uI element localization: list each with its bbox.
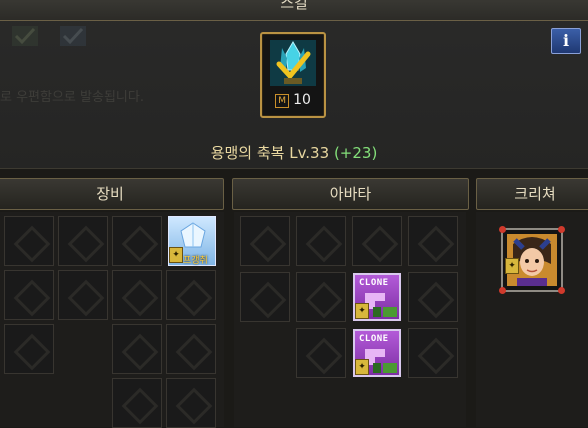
- skill-panel: 스킬 로 우편함으로 발송됩니다. i M 10 용맹의 축복 Lv.33 (+2…: [0, 0, 588, 169]
- avatar-slot[interactable]: [240, 216, 290, 266]
- avatar-item-clone[interactable]: CLONE ✦: [353, 273, 401, 321]
- seal-icon: ✦: [355, 303, 369, 319]
- avatar-slot[interactable]: [408, 272, 458, 322]
- seal-icon: ✦: [505, 258, 519, 274]
- equipment-slot[interactable]: [166, 324, 216, 374]
- frame-corner: [558, 226, 565, 233]
- equipment-slot[interactable]: [112, 324, 162, 374]
- equipment-grid: ✦ 프갱취: [0, 212, 224, 428]
- clone-label: CLONE: [359, 334, 389, 344]
- equipment-slot[interactable]: [166, 378, 216, 428]
- tab-avatar[interactable]: 아바타: [232, 178, 469, 210]
- equipment-slot[interactable]: [112, 270, 162, 320]
- avatar-slot[interactable]: [352, 216, 402, 266]
- clone-label: CLONE: [359, 278, 389, 288]
- avatar-slot[interactable]: [240, 272, 290, 322]
- clone-marker: [373, 307, 381, 317]
- buff-bonus: (+23): [333, 144, 378, 162]
- item-tag: 프갱취: [183, 256, 208, 266]
- creature-slot[interactable]: ✦: [499, 226, 565, 294]
- equipment-slot[interactable]: [58, 270, 108, 320]
- skill-slot[interactable]: M 10: [260, 32, 326, 118]
- faded-hint-text: 로 우편함으로 발송됩니다.: [0, 90, 144, 105]
- avatar-slot[interactable]: [408, 216, 458, 266]
- buff-name: 용맹의 축복 Lv.33: [210, 144, 330, 162]
- info-button[interactable]: i: [551, 28, 581, 54]
- clone-marker: [383, 307, 397, 317]
- seal-icon: ✦: [355, 359, 369, 375]
- sword-blessing-icon: [270, 40, 316, 86]
- mastery-badge: M: [275, 94, 290, 108]
- skill-level-value: 10: [293, 92, 311, 108]
- window-title: 스킬: [280, 0, 308, 12]
- clone-marker: [383, 363, 397, 373]
- avatar-slot[interactable]: [296, 328, 346, 378]
- frame-corner: [558, 287, 565, 294]
- avatar-slot[interactable]: [296, 272, 346, 322]
- seal-icon: ✦: [169, 247, 183, 263]
- equipment-slot[interactable]: [166, 270, 216, 320]
- faded-check-icon: [60, 26, 86, 46]
- avatar-grid: CLONE ✦ CLONE ✦: [234, 212, 466, 427]
- faded-check-icon: [12, 26, 38, 46]
- avatar-slot[interactable]: [296, 216, 346, 266]
- title-bar: 스킬: [0, 0, 588, 21]
- equipment-slot[interactable]: [58, 216, 108, 266]
- equipment-slot[interactable]: [4, 324, 54, 374]
- avatar-item-clone[interactable]: CLONE ✦: [353, 329, 401, 377]
- tab-creature[interactable]: 크리쳐: [476, 178, 588, 210]
- equipment-slot[interactable]: [112, 216, 162, 266]
- tab-equipment[interactable]: 장비: [0, 178, 224, 210]
- frame-corner: [499, 287, 506, 294]
- equipment-item[interactable]: ✦ 프갱취: [168, 216, 216, 266]
- avatar-slot[interactable]: [408, 328, 458, 378]
- equipment-slot[interactable]: [4, 270, 54, 320]
- equipment-slot[interactable]: [112, 378, 162, 428]
- equipment-slot[interactable]: [4, 216, 54, 266]
- clone-marker: [373, 363, 381, 373]
- frame-corner: [499, 226, 506, 233]
- buff-line: 용맹의 축복 Lv.33 (+23): [0, 142, 588, 163]
- skill-level: M 10: [268, 92, 318, 110]
